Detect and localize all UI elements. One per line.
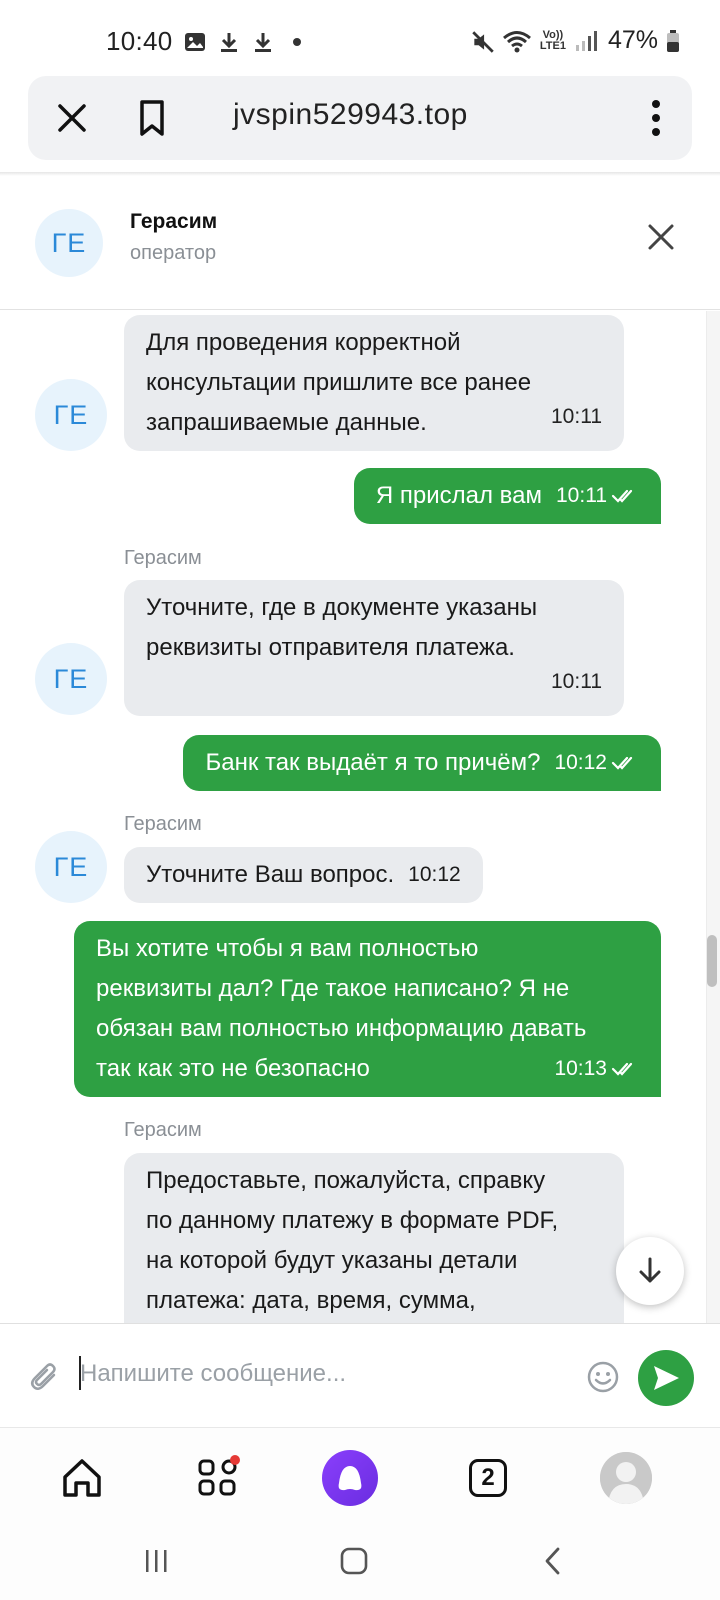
mute-icon xyxy=(470,29,494,53)
message-line: Уточните, где в документе указаны xyxy=(146,594,538,621)
message-line: Предоставьте, пожалуйста, справку xyxy=(146,1167,546,1194)
double-check-icon xyxy=(611,756,633,770)
sender-name: Герасим xyxy=(124,813,202,835)
dot-icon xyxy=(285,30,309,54)
incoming-message: Предоставьте, пожалуйста, справку по дан… xyxy=(124,1153,624,1323)
status-bar: 10:40 Vo)) LTE1 47% xyxy=(0,0,720,76)
message-text: Уточните Ваш вопрос. xyxy=(146,861,395,888)
message-list[interactable]: ГЕ Для проведения корректной консультаци… xyxy=(0,311,720,1323)
sender-name: Герасим xyxy=(124,1119,202,1141)
operator-avatar: ГЕ xyxy=(35,209,103,277)
outgoing-message: Вы хотите чтобы я вам полностью реквизит… xyxy=(74,921,661,1097)
volte-icon: Vo)) LTE1 xyxy=(539,28,566,52)
incoming-message: Уточните Ваш вопрос. 10:12 xyxy=(124,847,483,903)
close-tab-icon[interactable] xyxy=(52,98,92,138)
recent-apps-icon[interactable] xyxy=(136,1541,176,1581)
message-line: обязан вам полностью информацию давать xyxy=(96,1015,587,1042)
message-text: Я прислал вам xyxy=(375,482,542,509)
sender-name: Герасим xyxy=(124,547,202,569)
incoming-message: Для проведения корректной консультации п… xyxy=(124,315,624,451)
message-line: реквизиты дал? Где такое написано? Я не xyxy=(96,975,570,1002)
message-avatar: ГЕ xyxy=(35,379,107,451)
message-line: на которой будут указаны детали xyxy=(146,1247,518,1274)
signal-icon xyxy=(574,29,600,53)
back-icon[interactable] xyxy=(534,1541,574,1581)
system-navigation-bar xyxy=(0,1527,720,1600)
scrollbar-thumb[interactable] xyxy=(707,935,717,987)
apps-icon[interactable] xyxy=(188,1448,248,1508)
scrollbar-track[interactable] xyxy=(706,311,720,1323)
more-menu-icon[interactable] xyxy=(646,96,666,140)
status-time: 10:40 xyxy=(106,26,173,56)
chat-header: ГЕ Герасим оператор xyxy=(0,176,720,310)
message-line: консультации пришлите все ранее xyxy=(146,369,532,396)
message-input[interactable] xyxy=(80,1354,560,1394)
attach-icon[interactable] xyxy=(28,1360,62,1394)
battery-percent: 47% xyxy=(607,26,658,54)
message-text: Банк так выдаёт я то причём? xyxy=(205,749,541,776)
incoming-message: Уточните, где в документе указаны реквиз… xyxy=(124,580,624,716)
message-line: так как это не безопасно xyxy=(96,1055,370,1082)
url-text[interactable]: jvspin529943.top xyxy=(233,98,468,132)
operator-name: Герасим xyxy=(130,210,218,233)
home-icon[interactable] xyxy=(52,1448,112,1508)
wifi-icon xyxy=(502,29,532,53)
message-avatar: ГЕ xyxy=(35,643,107,715)
double-check-icon xyxy=(611,1062,633,1076)
message-time: 10:11 xyxy=(551,405,602,428)
bookmark-icon[interactable] xyxy=(132,96,172,140)
message-time: 10:12 xyxy=(554,751,607,774)
emoji-icon[interactable] xyxy=(586,1360,620,1394)
message-line: Для проведения корректной xyxy=(146,329,461,356)
home-button-icon[interactable] xyxy=(334,1541,374,1581)
message-line: платежа: дата, время, сумма, xyxy=(146,1287,476,1314)
message-composer xyxy=(0,1323,720,1425)
avatar xyxy=(600,1452,652,1504)
alice-icon[interactable] xyxy=(322,1450,378,1506)
gallery-icon xyxy=(183,30,207,54)
profile-icon[interactable] xyxy=(596,1448,656,1508)
message-line: по данному платежу в формате PDF, xyxy=(146,1207,559,1234)
send-button[interactable] xyxy=(638,1350,694,1406)
download-icon xyxy=(251,30,275,54)
message-line: реквизиты отправителя платежа. xyxy=(146,634,515,661)
message-time: 10:12 xyxy=(408,863,461,886)
tabs-count: 2 xyxy=(469,1459,507,1497)
outgoing-message: Я прислал вам 10:11 xyxy=(353,468,661,524)
close-chat-icon[interactable] xyxy=(646,222,676,252)
battery-icon xyxy=(666,29,680,53)
browser-bottom-nav: 2 xyxy=(0,1427,720,1527)
outgoing-message: Банк так выдаёт я то причём? 10:12 xyxy=(183,735,661,791)
message-time: 10:11 xyxy=(556,484,607,507)
message-avatar: ГЕ xyxy=(35,831,107,903)
send-icon xyxy=(654,1366,679,1390)
scroll-down-button[interactable] xyxy=(616,1237,684,1305)
tabs-icon[interactable]: 2 xyxy=(458,1448,518,1508)
browser-address-bar: jvspin529943.top xyxy=(28,76,692,160)
message-line: запрашиваемые данные. xyxy=(146,409,427,436)
download-icon xyxy=(217,30,241,54)
message-time: 10:13 xyxy=(554,1057,607,1080)
message-line: Вы хотите чтобы я вам полностью xyxy=(96,935,479,962)
message-time: 10:11 xyxy=(551,670,602,693)
double-check-icon xyxy=(611,489,633,503)
arrow-down-icon xyxy=(639,1257,661,1283)
operator-role: оператор xyxy=(130,242,217,264)
